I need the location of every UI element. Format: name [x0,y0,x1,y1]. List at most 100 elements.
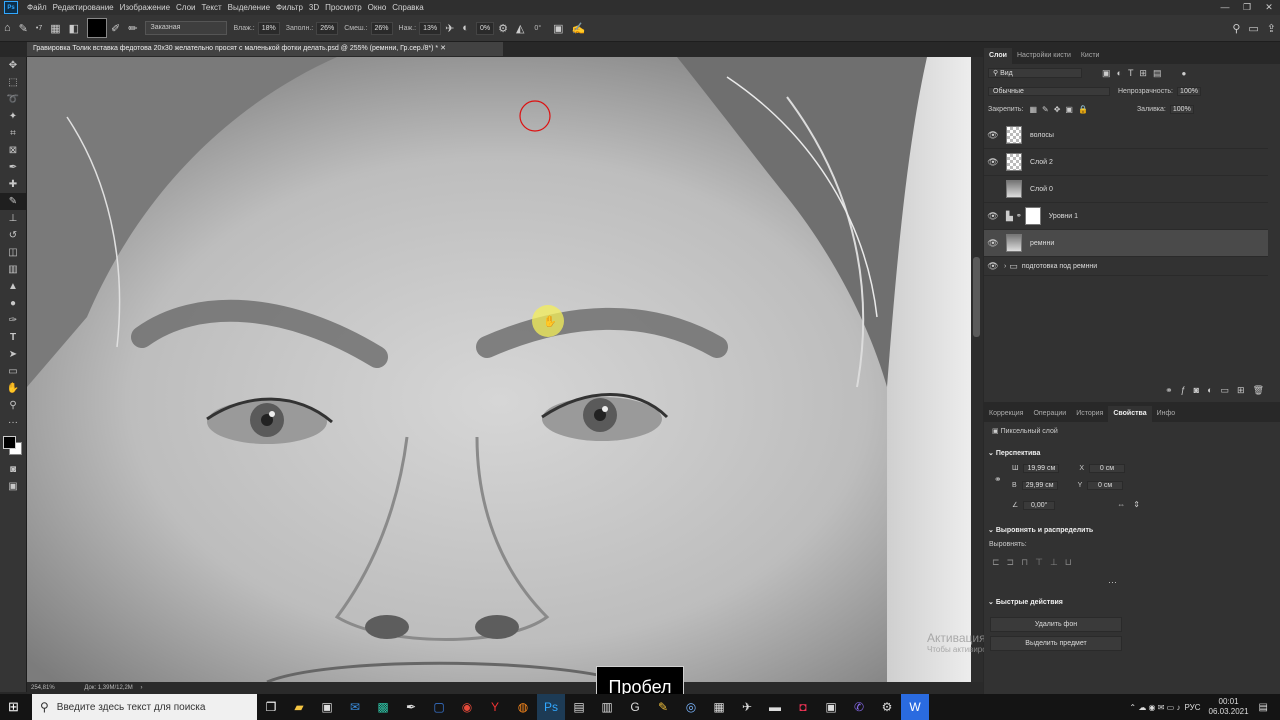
eye-icon[interactable]: 👁 [984,211,1002,222]
eyedropper-tool-icon[interactable]: ✒ [0,159,26,176]
menu-layer[interactable]: Слои [176,3,195,12]
app-icon[interactable]: G [621,694,649,720]
airbrush-icon[interactable]: ✈ [445,22,454,35]
pressure-size-icon[interactable]: ✍ [572,22,586,35]
yandex-icon[interactable]: Y [481,694,509,720]
app-icon[interactable]: ◘ [789,694,817,720]
healing-tool-icon[interactable]: ✚ [0,176,26,193]
brush-preset-icon[interactable]: •7 [36,25,42,32]
calculator-icon[interactable]: ▦ [705,694,733,720]
zoom-level[interactable]: 254,81% [31,685,55,691]
screen-mode-icon[interactable]: ▣ [0,478,26,495]
fill-field[interactable]: 26% [316,21,339,35]
filter-icons[interactable]: ▣◐T⊞▤ [1102,68,1167,79]
flip-icons[interactable]: ⇔⇕ [1117,500,1148,509]
layer-row[interactable]: 👁 › ▭ подготовка под ремнни [984,257,1268,276]
workspace-icon[interactable]: ▭ [1248,22,1258,35]
layer-mask-thumbnail[interactable] [1024,207,1041,225]
shape-tool-icon[interactable]: ▭ [0,363,26,380]
feather-icon[interactable]: ✒ [397,694,425,720]
link-proportions-icon[interactable]: ⚭ [994,474,1002,485]
clean-after-stroke-icon[interactable]: ✏ [128,22,137,35]
fill-field[interactable]: 100% [1169,104,1194,114]
task-view-icon[interactable]: ❐ [257,694,285,720]
section-quick-actions[interactable]: ⌄ Быстрые действия [988,598,1063,606]
app-icon[interactable]: W [901,694,929,720]
eraser-tool-icon[interactable]: ◫ [0,244,26,261]
eye-icon[interactable]: 👁 [984,261,1002,272]
more-tools-icon[interactable]: ··· [0,414,26,431]
firefox-icon[interactable]: ◍ [509,694,537,720]
pressure-field[interactable]: 13% [419,21,442,35]
app-icon[interactable]: ◎ [677,694,705,720]
color-swatches[interactable] [0,431,26,461]
flow-field[interactable]: 18% [257,21,280,35]
dodge-tool-icon[interactable]: ● [0,295,26,312]
link-icon[interactable]: ⚭ [1016,212,1022,220]
load-brush-icon[interactable]: ◧ [69,22,79,35]
chrome-icon[interactable]: ◉ [453,694,481,720]
layer-row[interactable]: Слой 0 [984,176,1268,203]
layer-row[interactable]: 👁 ▙ ⚭ Уровни 1 [984,203,1268,230]
select-subject-button[interactable]: Выделить предмет [990,636,1122,651]
app-icon[interactable]: ▢ [425,694,453,720]
lasso-tool-icon[interactable]: ➰ [0,91,26,108]
smoothing-icon[interactable]: ◐ [462,22,469,34]
section-transform[interactable]: ⌄ Перспектива [988,449,1040,457]
quick-select-tool-icon[interactable]: ✦ [0,108,26,125]
mixer-brush-icon[interactable]: ✎ [19,22,28,35]
blend-preset-select[interactable]: Заказная [145,21,228,35]
file-explorer-icon[interactable]: ▰ [285,694,313,720]
layer-filter-select[interactable]: ⚲ Вид [988,68,1082,78]
language-indicator[interactable]: РУС [1184,703,1200,712]
marquee-tool-icon[interactable]: ⬚ [0,74,26,91]
share-icon[interactable]: ⇪ [1267,22,1276,35]
restore-icon[interactable]: ❐ [1236,0,1258,15]
menu-window[interactable]: Окно [368,3,387,12]
lock-icons[interactable]: ▦✎✥▣🔒 [1029,105,1092,114]
gear-icon[interactable]: ⚙ [498,22,508,35]
tab-history[interactable]: История [1071,406,1108,422]
app-icon[interactable]: ▣ [817,694,845,720]
eye-icon[interactable]: 👁 [984,157,1002,168]
sample-all-layers-icon[interactable]: ▣ [553,22,563,35]
section-align[interactable]: ⌄ Выровнять и распределить [988,526,1093,534]
app-icon[interactable]: ▩ [369,694,397,720]
store-icon[interactable]: ▣ [313,694,341,720]
tab-brushes[interactable]: Кисти [1076,48,1105,64]
status-arrow-icon[interactable]: › [140,685,142,691]
menu-file[interactable]: Файл [27,3,47,12]
blend-mode-select[interactable]: Обычные [988,86,1110,96]
clock[interactable]: 00:01 06.03.2021 [1209,697,1249,717]
layers-footer-icons[interactable]: ⚭ƒ◙◐▭⊞🗑 [1165,385,1272,396]
tab-actions[interactable]: Операции [1028,406,1071,422]
eye-icon[interactable]: 👁 [984,130,1002,141]
app-icon[interactable]: ▤ [565,694,593,720]
document-tab[interactable]: Гравировка Толик вставка федотова 20x30 … [27,42,503,56]
path-select-tool-icon[interactable]: ➤ [0,346,26,363]
app-icon[interactable]: ▬ [761,694,789,720]
tab-adjustments[interactable]: Коррекция [984,406,1028,422]
tab-layers[interactable]: Слои [984,48,1012,64]
quick-mask-icon[interactable]: ◙ [0,461,26,478]
menu-view[interactable]: Просмотр [325,3,362,12]
move-tool-icon[interactable]: ✥ [0,57,26,74]
home-icon[interactable]: ⌂ [4,22,11,34]
notifications-icon[interactable]: ▤ [1259,702,1268,713]
layer-row[interactable]: 👁 Слой 2 [984,149,1268,176]
mix-field[interactable]: 26% [370,21,393,35]
menu-3d[interactable]: 3D [309,3,319,12]
menu-image[interactable]: Изображение [120,3,170,12]
frame-tool-icon[interactable]: ⊠ [0,142,26,159]
menu-select[interactable]: Выделение [228,3,270,12]
opacity-field[interactable]: 100% [1177,86,1201,96]
photoshop-taskbar-icon[interactable]: Ps [537,694,565,720]
canvas-vertical-scrollbar[interactable] [971,57,983,682]
viber-icon[interactable]: ✆ [845,694,873,720]
angle-value[interactable]: 0° [534,25,541,32]
menu-filter[interactable]: Фильтр [276,3,303,12]
stamp-tool-icon[interactable]: ⊥ [0,210,26,227]
mail-icon[interactable]: ✉ [341,694,369,720]
foreground-color[interactable] [3,436,16,449]
document-canvas[interactable]: ✋ [27,57,971,682]
